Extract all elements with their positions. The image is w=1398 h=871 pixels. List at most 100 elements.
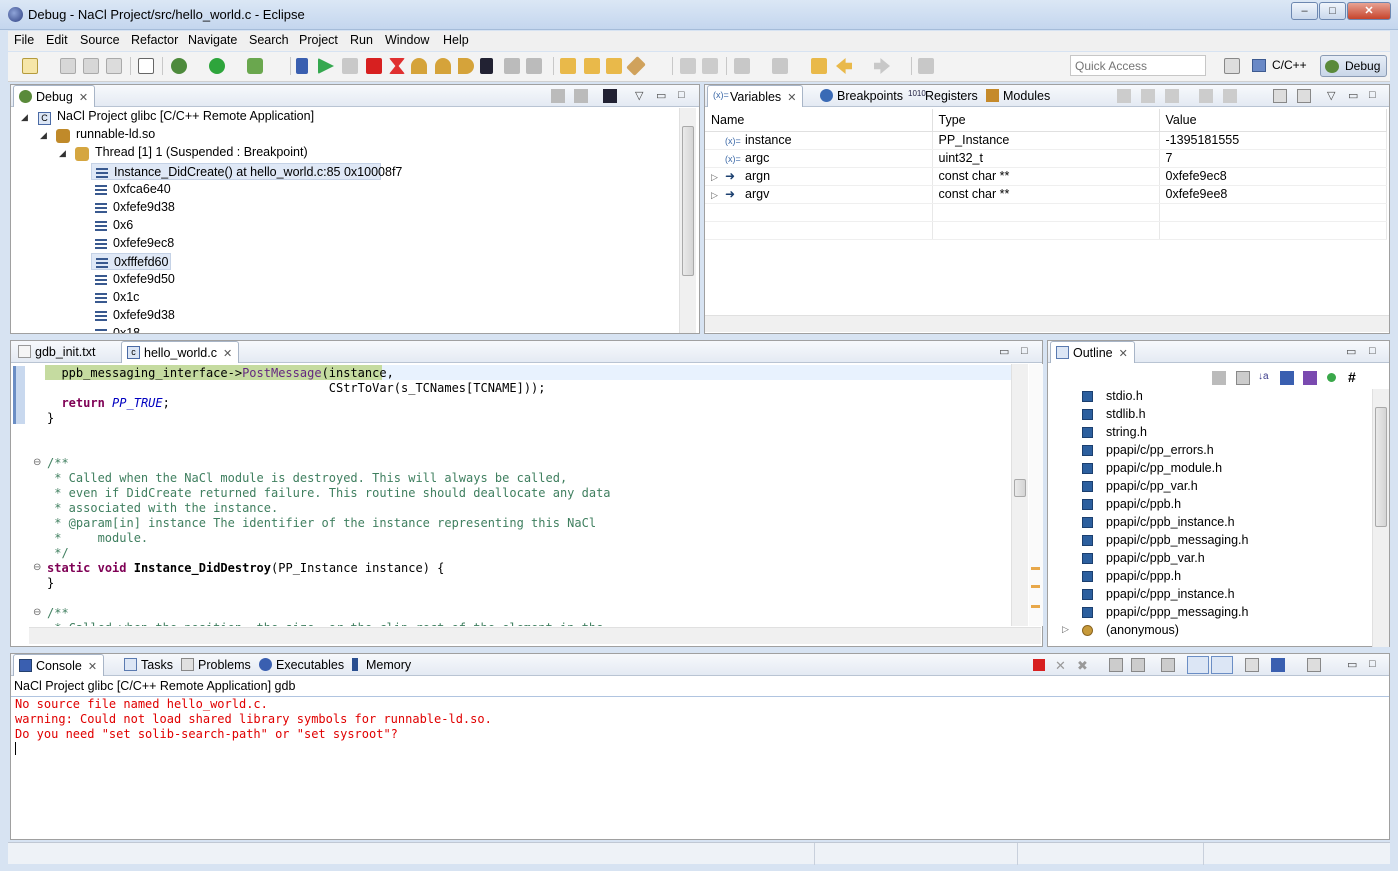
column-type[interactable]: Type [932, 109, 1160, 132]
show-type-names-icon[interactable] [1141, 89, 1155, 103]
open-console-icon[interactable] [1307, 658, 1321, 672]
tab-memory[interactable]: Memory [344, 654, 417, 676]
step-over-icon[interactable] [435, 58, 451, 74]
variables-hscroll[interactable] [705, 315, 1389, 332]
code-line[interactable]: } [47, 411, 54, 426]
minimize-view-icon[interactable]: ▭ [1348, 89, 1358, 102]
skip-breakpoints-icon[interactable] [296, 58, 308, 74]
remove-launch-icon[interactable]: ✕ [1055, 658, 1066, 674]
tab-console[interactable]: Console ✕ [13, 654, 105, 676]
toggle-mark-icon[interactable] [702, 58, 718, 74]
variable-row[interactable]: (x)= argc uint32_t 7 [705, 149, 1387, 168]
tab-registers[interactable]: 1010 Registers [903, 85, 984, 107]
close-tab-icon[interactable]: ✕ [88, 661, 97, 673]
scroll-lock-icon[interactable] [1131, 658, 1145, 672]
drop-to-frame-icon[interactable] [504, 58, 520, 74]
maximize-button[interactable]: □ [1319, 2, 1346, 20]
menu-project[interactable]: Project [299, 33, 338, 47]
code-line[interactable]: * associated with the instance. [47, 501, 278, 516]
menu-run[interactable]: Run [350, 33, 373, 47]
menu-search[interactable]: Search [249, 33, 289, 47]
print-icon[interactable] [106, 58, 122, 74]
column-value[interactable]: Value [1159, 109, 1387, 132]
close-button[interactable]: ✕ [1347, 2, 1391, 20]
outline-vscroll-thumb[interactable] [1375, 407, 1387, 527]
fold-toggle[interactable]: ⊖ [33, 457, 41, 468]
save-icon[interactable] [60, 58, 76, 74]
fold-toggle[interactable]: ⊖ [33, 607, 41, 618]
remove-all-icon[interactable] [1223, 89, 1237, 103]
debug-vscroll-thumb[interactable] [682, 126, 694, 276]
save-all-icon[interactable] [83, 58, 99, 74]
code-line[interactable]: static void Instance_DidDestroy(PP_Insta… [47, 561, 444, 576]
next-annotation-icon[interactable] [734, 58, 750, 74]
open-type-icon[interactable] [560, 58, 576, 74]
step-into-icon[interactable] [411, 58, 427, 74]
overview-marker[interactable] [1031, 605, 1040, 608]
open-folder-icon[interactable] [606, 58, 622, 74]
minimize-view-icon[interactable]: ▭ [1347, 658, 1357, 671]
quick-access-input[interactable] [1070, 55, 1206, 76]
stack-frame[interactable]: Instance_DidCreate() at hello_world.c:85… [91, 163, 402, 180]
external-tools-icon[interactable] [247, 58, 263, 74]
maximize-editor-icon[interactable]: □ [1021, 345, 1028, 357]
menu-source[interactable]: Source [80, 33, 120, 47]
pin-editor-icon[interactable] [918, 58, 934, 74]
new-icon[interactable] [22, 58, 38, 74]
debug-icon[interactable] [171, 58, 187, 74]
terminate-icon[interactable] [1033, 659, 1045, 671]
tab-modules[interactable]: Modules [981, 85, 1056, 107]
run-icon[interactable] [209, 58, 225, 74]
resume-icon[interactable] [318, 58, 334, 74]
disconnect-icon[interactable] [389, 58, 405, 74]
code-line[interactable]: /** [47, 606, 69, 621]
tab-executables[interactable]: Executables [254, 654, 350, 676]
step-return-icon[interactable] [458, 58, 474, 74]
tab-variables[interactable]: (x)= Variables ✕ [707, 85, 804, 107]
previous-annotation-icon[interactable] [772, 58, 788, 74]
display-selected-console-icon[interactable] [1271, 658, 1285, 672]
select-all-icon[interactable] [1165, 89, 1179, 103]
instruction-stepping-icon[interactable] [480, 58, 493, 74]
code-line[interactable]: CStrToVar(s_TCNames[TCNAME])); [47, 381, 546, 396]
clear-console-icon[interactable] [1109, 658, 1123, 672]
overview-marker[interactable] [1031, 567, 1040, 570]
terminate-icon[interactable] [366, 58, 382, 74]
last-edit-location-icon[interactable] [811, 58, 827, 74]
code-line[interactable]: */ [47, 546, 68, 561]
forward-icon[interactable] [874, 58, 890, 74]
show-console-on-output-icon[interactable] [1187, 656, 1209, 674]
debug-vscroll[interactable] [679, 108, 696, 333]
menu-help[interactable]: Help [443, 33, 469, 47]
code-line[interactable]: /** [47, 456, 69, 471]
remove-all-launches-icon[interactable]: ✖ [1077, 658, 1088, 674]
annotation-icon[interactable] [680, 58, 696, 74]
code-line[interactable]: * Called when the position, the size, or… [47, 621, 603, 626]
variable-row[interactable]: ▷ ➜ argv const char ** 0xfefe9ee8 [705, 185, 1387, 204]
console-input-area[interactable] [11, 698, 1389, 818]
code-line[interactable]: } [47, 576, 54, 591]
menu-navigate[interactable]: Navigate [188, 33, 237, 47]
maximize-view-icon[interactable]: □ [1369, 658, 1376, 670]
perspective-debug[interactable]: Debug [1320, 55, 1388, 77]
pin-console-icon[interactable] [1245, 658, 1259, 672]
menu-window[interactable]: Window [385, 33, 429, 47]
perspective-cpp[interactable]: C/C++ [1248, 55, 1313, 77]
collapse-all-icon[interactable] [1117, 89, 1131, 103]
variable-row[interactable]: ▷ ➜ argn const char ** 0xfefe9ec8 [705, 167, 1387, 186]
build-icon[interactable] [138, 58, 154, 74]
code-line[interactable]: * module. [47, 531, 148, 546]
menu-file[interactable]: File [14, 33, 34, 47]
expand-toggle[interactable]: ▷ [1062, 624, 1069, 635]
fold-toggle[interactable]: ⊖ [33, 562, 41, 573]
stack-frame[interactable]: 0xfffefd60 [91, 253, 171, 270]
tab-problems[interactable]: Problems [176, 654, 257, 676]
editor-vscroll-thumb[interactable] [1014, 479, 1026, 497]
use-step-filters-icon[interactable] [526, 58, 542, 74]
maximize-view-icon[interactable]: □ [1369, 89, 1376, 101]
expand-toggle[interactable]: ▷ [711, 190, 725, 201]
tab-tasks[interactable]: Tasks [119, 654, 179, 676]
new-view-icon[interactable] [1273, 89, 1287, 103]
overview-marker[interactable] [1031, 585, 1040, 588]
code-line[interactable]: ppb_messaging_interface->PostMessage(ins… [47, 366, 393, 381]
